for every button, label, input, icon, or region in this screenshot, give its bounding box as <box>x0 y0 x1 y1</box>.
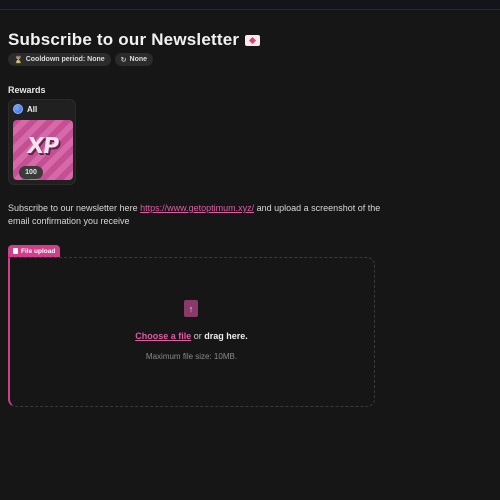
recurrence-badge: ↻ None <box>114 53 154 66</box>
drag-here-label: drag here. <box>204 331 248 341</box>
recurrence-badge-label: None <box>129 56 148 63</box>
cooldown-badge: ⌛ Cooldown period: None <box>8 53 111 66</box>
choose-file-link[interactable]: Choose a file <box>135 331 191 341</box>
page-title: Subscribe to our Newsletter <box>8 30 261 50</box>
reward-scope: All <box>13 104 37 114</box>
dropzone-prompt: Choose a file or drag here. <box>0 331 383 341</box>
quest-description: Subscribe to our newsletter here https:/… <box>8 202 388 228</box>
file-upload-icon: ↑ <box>184 300 198 317</box>
description-text-before: Subscribe to our newsletter here <box>8 203 141 213</box>
globe-icon <box>13 104 23 114</box>
xp-reward-icon: XP <box>25 133 61 159</box>
file-upload-tag: File upload <box>8 245 61 257</box>
page-title-text: Subscribe to our Newsletter <box>8 30 240 49</box>
reward-amount: 100 <box>19 166 43 179</box>
cooldown-badge-label: Cooldown period: None <box>25 56 105 63</box>
or-label: or <box>193 331 202 341</box>
file-icon <box>13 248 18 254</box>
hourglass-icon: ⌛ <box>14 56 23 64</box>
top-bar <box>0 0 500 10</box>
reward-scope-label: All <box>27 104 38 114</box>
refresh-icon: ↻ <box>120 56 127 64</box>
file-upload-tag-label: File upload <box>21 247 56 255</box>
quest-badges: ⌛ Cooldown period: None ↻ None <box>8 53 154 66</box>
newsletter-link[interactable]: https://www.getoptimum.xyz/ <box>140 203 254 213</box>
max-file-size: Maximum file size: 10MB. <box>145 352 238 361</box>
mail-heart-icon <box>245 34 261 46</box>
rewards-heading: Rewards <box>8 85 46 95</box>
